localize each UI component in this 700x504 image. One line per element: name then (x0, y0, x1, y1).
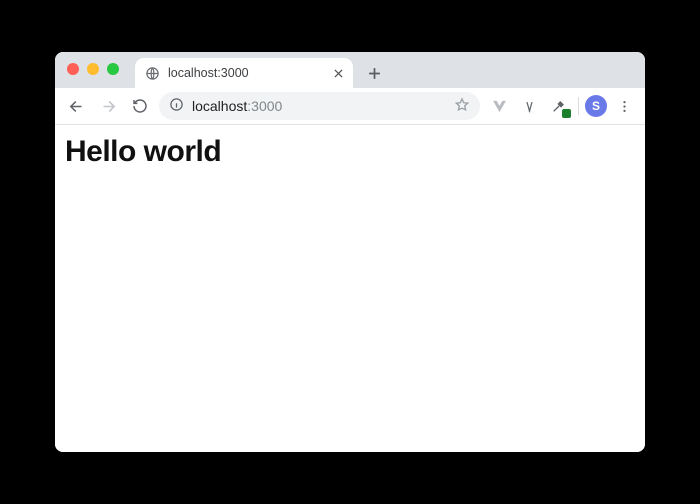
url-host: localhost (192, 98, 247, 114)
bookmark-star-icon[interactable] (454, 97, 470, 116)
minimize-window-button[interactable] (87, 63, 99, 75)
url-port: :3000 (247, 98, 282, 114)
close-tab-button[interactable] (331, 66, 345, 80)
extension-badge (562, 109, 571, 118)
extensions-group: S (486, 93, 637, 119)
profile-initial: S (592, 99, 600, 113)
browser-menu-button[interactable] (611, 93, 637, 119)
maximize-window-button[interactable] (107, 63, 119, 75)
new-tab-button[interactable] (361, 60, 387, 86)
window-controls (67, 63, 119, 75)
close-window-button[interactable] (67, 63, 79, 75)
tab-strip: localhost:3000 (55, 52, 645, 88)
profile-avatar[interactable]: S (585, 95, 607, 117)
url-text: localhost:3000 (192, 98, 446, 114)
forward-button[interactable] (95, 93, 121, 119)
page-heading: Hello world (65, 135, 635, 169)
browser-window: localhost:3000 (55, 52, 645, 452)
site-info-icon[interactable] (169, 97, 184, 115)
globe-icon (145, 66, 160, 81)
vue-devtools-icon[interactable] (486, 93, 512, 119)
toolbar-divider (578, 97, 579, 115)
address-bar[interactable]: localhost:3000 (159, 92, 480, 120)
back-button[interactable] (63, 93, 89, 119)
extension-info-icon[interactable] (516, 93, 542, 119)
tab-title: localhost:3000 (168, 66, 323, 80)
toolbar: localhost:3000 (55, 88, 645, 125)
browser-tab[interactable]: localhost:3000 (135, 58, 353, 88)
extension-eyedropper-icon[interactable] (546, 93, 572, 119)
reload-button[interactable] (127, 93, 153, 119)
page-content: Hello world (55, 125, 645, 452)
